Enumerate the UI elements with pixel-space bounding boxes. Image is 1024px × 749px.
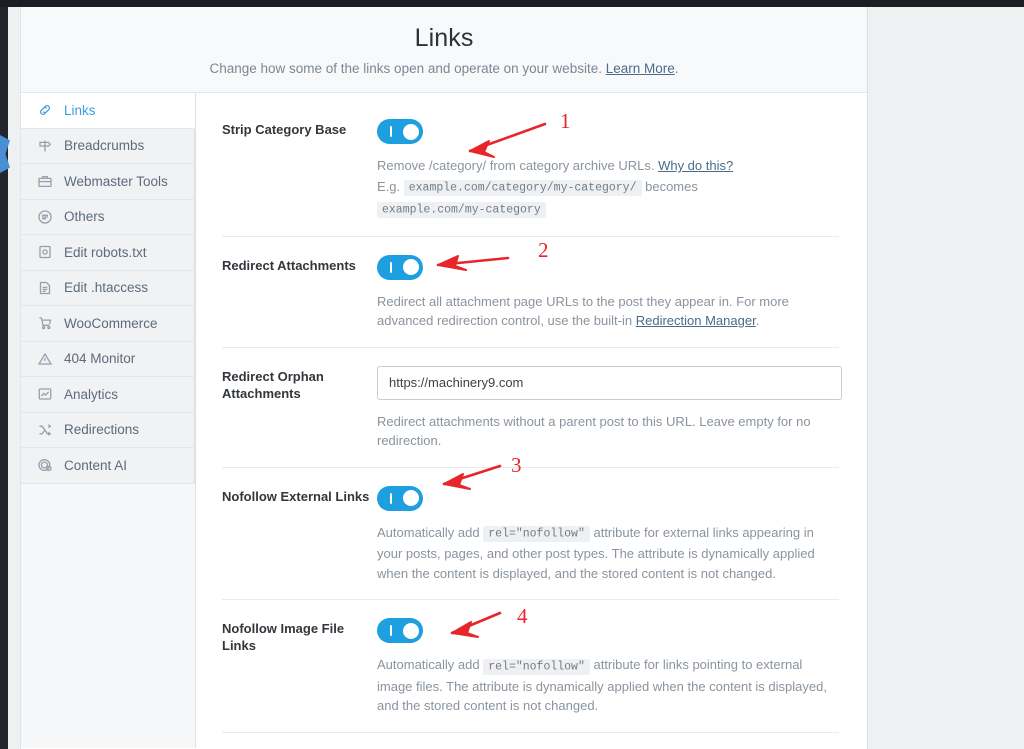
setting-label: Nofollow External Links (222, 488, 370, 504)
sidebar-item-links[interactable]: Links (21, 93, 195, 129)
example-url-after: example.com/my-category (377, 201, 546, 218)
setting-field: Redirect attachments without a parent po… (377, 365, 842, 451)
document-icon (39, 281, 51, 294)
strip-category-base-toggle[interactable] (377, 119, 423, 144)
sidebar-item-404-monitor[interactable]: 404 Monitor (21, 341, 195, 377)
page-subtitle-text: Change how some of the links open and op… (209, 61, 606, 76)
learn-more-link[interactable]: Learn More (606, 61, 675, 76)
sidebar-item-label: Others (64, 209, 105, 224)
sidebar-item-label: Breadcrumbs (64, 138, 145, 153)
setting-field: Redirect all attachment page URLs to the… (377, 254, 839, 331)
robot-file-icon (39, 246, 51, 259)
sidebar-item-woocommerce[interactable]: WooCommerce (21, 306, 195, 342)
sidebar-item-label: Links (64, 102, 96, 118)
toggle-knob (403, 259, 419, 275)
setting-row-redirect-attachments: Redirect Attachments Redirect all attach… (222, 237, 839, 348)
setting-label: Nofollow Image File Links (222, 621, 345, 653)
setting-row-nofollow-image-file-links: Nofollow Image File Links Automatically … (222, 600, 839, 733)
sidebar-item-label: Analytics (64, 386, 119, 402)
page-subtitle: Change how some of the links open and op… (21, 59, 867, 79)
target-ai-icon (38, 459, 52, 472)
sidebar-item-edit-htaccess[interactable]: Edit .htaccess (21, 270, 195, 306)
browser-left-rail (0, 7, 10, 749)
example-middle: becomes (641, 178, 698, 194)
sidebar-item-label: 404 Monitor (64, 351, 136, 366)
browser-top-bar (0, 0, 1024, 7)
toggle-bar (390, 492, 392, 504)
page-subtitle-period: . (674, 61, 679, 76)
redirection-manager-link[interactable]: Redirection Manager (636, 313, 756, 328)
page-title: Links (414, 24, 474, 52)
nofollow-image-file-links-toggle[interactable] (377, 618, 423, 643)
setting-description: Remove /category/ from category archive … (377, 156, 839, 220)
toggle-bar (390, 625, 392, 636)
panel-header: Links Change how some of the links open … (21, 7, 867, 93)
setting-description-prefix: Automatically add (377, 524, 484, 540)
sidebar-item-breadcrumbs[interactable]: Breadcrumbs (21, 128, 195, 164)
toggle-knob (403, 490, 419, 506)
shuffle-icon (39, 424, 52, 436)
sidebar-item-others[interactable]: Others (21, 199, 195, 235)
rel-nofollow-code: rel="nofollow" (483, 658, 590, 675)
sidebar-item-label: WooCommerce (64, 315, 158, 331)
settings-content: Strip Category Base Remove /category/ fr… (196, 93, 867, 748)
example-url-before: example.com/category/my-category/ (403, 180, 642, 196)
cart-icon (39, 317, 52, 330)
screen: Links Change how some of the links open … (0, 0, 1024, 749)
sidebar-item-label: Edit .htaccess (64, 280, 149, 295)
chart-icon (38, 388, 52, 400)
example-lead: E.g. (377, 178, 404, 194)
sidebar-item-analytics[interactable]: Analytics (21, 377, 195, 413)
setting-field: Automatically add rel="nofollow" attribu… (377, 485, 839, 584)
panel-body: Links Breadcrumbs Webmaster Tools Others… (21, 93, 867, 748)
sidebar-item-content-ai[interactable]: Content AI (21, 448, 195, 484)
redirect-attachments-toggle[interactable] (377, 254, 423, 280)
setting-description: Redirect attachments without a parent po… (377, 413, 811, 449)
nofollow-external-links-toggle[interactable] (377, 485, 423, 511)
setting-description-text: Remove /category/ from category archive … (377, 158, 659, 173)
why-do-this-link[interactable]: Why do this? (658, 158, 733, 173)
setting-description: Redirect all attachment page URLs to the… (377, 292, 839, 331)
setting-label: Redirect Attachments (222, 257, 356, 273)
sidebar-item-label: Webmaster Tools (64, 173, 168, 189)
sidebar-item-redirections[interactable]: Redirections (21, 412, 195, 448)
signpost-icon (37, 138, 53, 154)
sidebar-item-edit-robots-txt[interactable]: Edit robots.txt (21, 235, 195, 271)
link-icon (37, 102, 53, 118)
rel-nofollow-code: rel="nofollow" (483, 526, 590, 542)
sidebar-item-label: Redirections (64, 422, 140, 437)
setting-row-strip-category-base: Strip Category Base Remove /category/ fr… (222, 93, 839, 237)
setting-row-nofollow-external-links: Nofollow External Links Automatically ad… (222, 468, 839, 600)
warning-triangle-icon (37, 352, 53, 365)
collapse-panel-tab[interactable] (0, 135, 10, 173)
setting-description-suffix: . (755, 313, 760, 328)
toolbox-icon (37, 173, 53, 189)
list-circle-icon (37, 209, 53, 225)
setting-field: Automatically add rel="nofollow" attribu… (377, 618, 839, 716)
toggle-knob (403, 123, 419, 140)
sidebar-item-label: Edit robots.txt (64, 244, 147, 260)
redirect-orphan-attachments-input[interactable] (377, 365, 842, 400)
setting-description-prefix: Automatically add (377, 657, 484, 672)
setting-row-redirect-orphan-attachments: Redirect Orphan Attachments Redirect att… (222, 348, 842, 468)
toggle-bar (390, 261, 392, 273)
toggle-bar (390, 126, 392, 137)
setting-description: Automatically add rel="nofollow" attribu… (377, 523, 839, 584)
setting-field: Remove /category/ from category archive … (377, 119, 839, 220)
settings-sidebar: Links Breadcrumbs Webmaster Tools Others… (21, 93, 196, 748)
sidebar-item-label: Content AI (64, 457, 128, 473)
setting-row-partial (222, 733, 839, 749)
setting-example-line: E.g. example.com/category/my-category/ b… (377, 177, 839, 220)
toggle-knob (403, 622, 419, 639)
sidebar-item-webmaster-tools[interactable]: Webmaster Tools (21, 164, 195, 200)
setting-description: Automatically add rel="nofollow" attribu… (377, 655, 839, 716)
setting-label: Strip Category Base (222, 122, 347, 137)
setting-label: Redirect Orphan Attachments (222, 368, 324, 401)
links-settings-panel: Links Change how some of the links open … (20, 7, 868, 749)
